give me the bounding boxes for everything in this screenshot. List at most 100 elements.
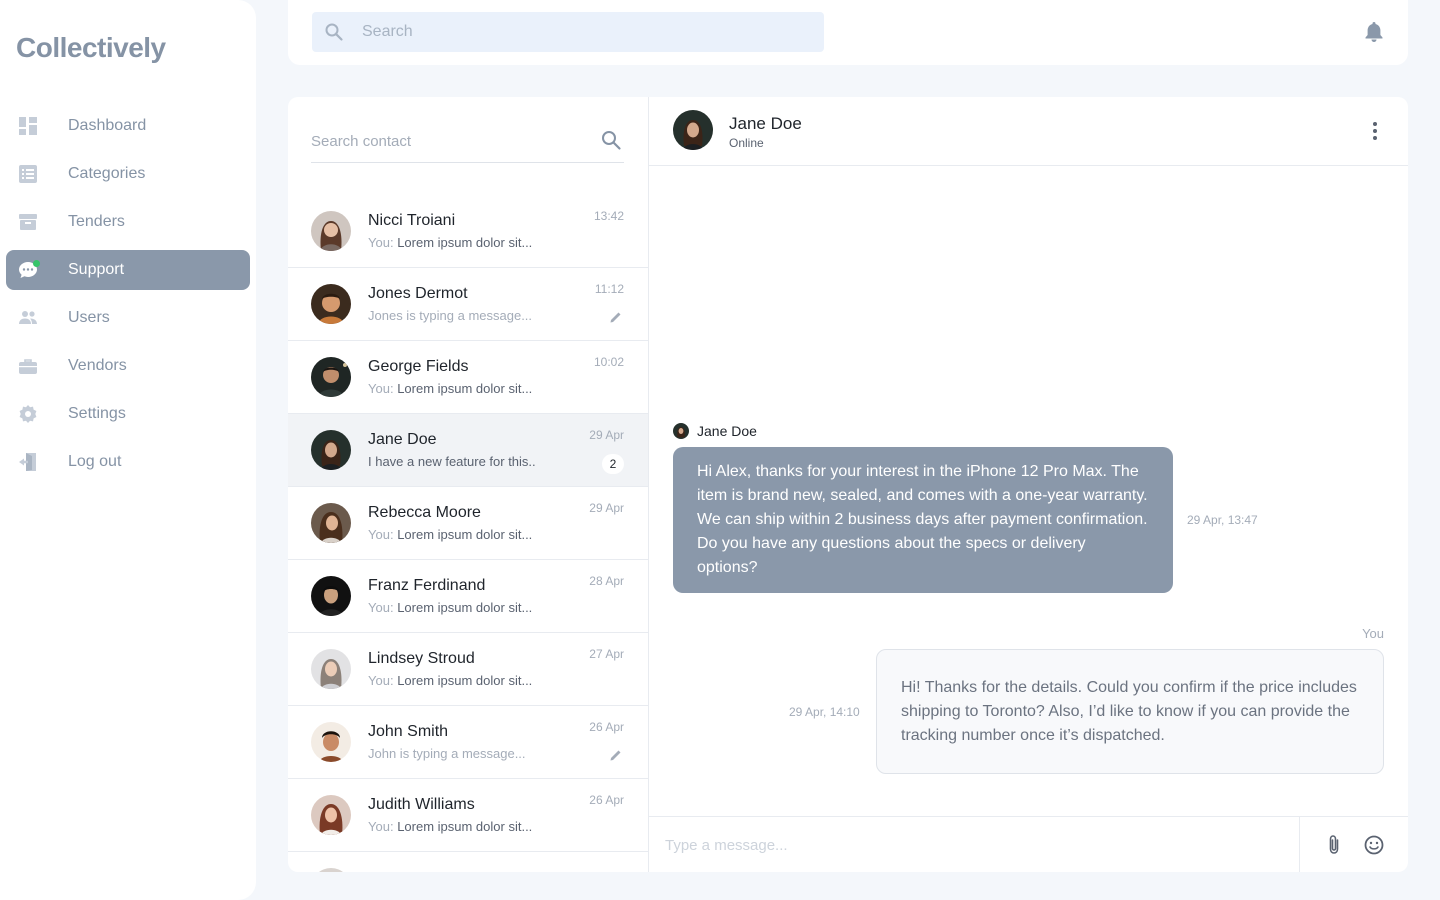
contact-search-input[interactable] — [311, 129, 591, 153]
contact-name: Rebecca Moore — [368, 504, 481, 521]
contact-preview: You: Lorem ipsum dolor sit... — [368, 600, 533, 615]
contact-time: 10:02 — [593, 355, 624, 369]
sidebar-item-label: Vendors — [68, 357, 127, 374]
paperclip-icon[interactable] — [1325, 834, 1343, 856]
global-search — [312, 12, 824, 52]
contact-item[interactable]: Jones Dermot Jones is typing a message..… — [288, 268, 648, 341]
sidebar-item-settings[interactable]: Settings — [6, 394, 250, 434]
contact-preview: You: Lorem ipsum dolor sit... — [368, 819, 533, 834]
contact-time: 29 Apr — [589, 501, 624, 515]
avatar — [311, 795, 351, 835]
contact-item[interactable]: John Smith John is typing a message... 2… — [288, 706, 648, 779]
contact-preview: Jones is typing a message... — [368, 308, 533, 323]
chat-header: Jane Doe Online — [649, 97, 1408, 166]
contact-list: Nicci Troiani You: Lorem ipsum dolor sit… — [288, 195, 648, 872]
contact-item[interactable]: Franz Ferdinand You: Lorem ipsum dolor s… — [288, 560, 648, 633]
archive-icon — [19, 214, 37, 230]
unread-badge: 2 — [602, 454, 624, 474]
contact-preview: I have a new feature for this.. — [368, 454, 536, 469]
sidebar-item-tenders[interactable]: Tenders — [6, 202, 250, 242]
sender-name: Jane Doe — [697, 423, 757, 439]
pencil-icon — [610, 750, 621, 761]
contact-name: Franz Ferdinand — [368, 577, 486, 594]
message-input[interactable] — [665, 833, 1265, 857]
avatar — [311, 284, 351, 324]
message-time: 29 Apr, 13:47 — [1187, 513, 1258, 527]
gear-icon — [19, 405, 37, 423]
sidebar-item-support[interactable]: Support — [6, 250, 250, 290]
sidebar-item-dashboard[interactable]: Dashboard — [6, 106, 250, 146]
contact-name: Nicci Troiani — [368, 212, 456, 229]
contact-name: Jones Dermot — [368, 285, 468, 302]
contact-item[interactable]: Rebecca Moore You: Lorem ipsum dolor sit… — [288, 487, 648, 560]
avatar — [311, 357, 351, 397]
dashboard-icon — [19, 117, 37, 135]
composer-divider — [1299, 817, 1300, 872]
search-input[interactable] — [362, 12, 812, 52]
contact-time: 28 Apr — [589, 574, 624, 588]
app-logo[interactable]: Collectively — [16, 32, 166, 64]
logout-icon — [19, 453, 36, 471]
avatar — [311, 503, 351, 543]
contact-preview: John is typing a message... — [368, 746, 526, 761]
pencil-icon — [610, 312, 621, 323]
outgoing-message: Hi! Thanks for the details. Could you co… — [876, 649, 1384, 774]
sidebar: Collectively Dashboard Categories Tender… — [0, 0, 256, 900]
contact-preview: You: Lorem ipsum dolor sit... — [368, 673, 533, 688]
sidebar-item-label: Dashboard — [68, 117, 147, 134]
chat-contact-name: Jane Doe — [729, 114, 802, 133]
sidebar-item-label: Log out — [68, 453, 122, 470]
contact-name: George Fields — [368, 358, 469, 375]
top-bar — [288, 0, 1408, 65]
contact-search — [311, 121, 624, 163]
sidebar-item-categories[interactable]: Categories — [6, 154, 250, 194]
chat-contact-status: Online — [729, 136, 764, 150]
message-composer — [649, 816, 1408, 872]
contact-item[interactable]: George Fields You: Lorem ipsum dolor sit… — [288, 341, 648, 414]
contact-list-panel: Nicci Troiani You: Lorem ipsum dolor sit… — [288, 97, 649, 872]
avatar[interactable] — [673, 110, 713, 150]
contact-preview: You: Lorem ipsum dolor sit... — [368, 527, 533, 542]
avatar — [311, 211, 351, 251]
sidebar-nav: Dashboard Categories Tenders Support Use… — [6, 106, 250, 490]
avatar — [673, 423, 689, 439]
contact-preview: You: Lorem ipsum dolor sit... — [368, 235, 533, 250]
contact-name: John Smith — [368, 723, 449, 740]
contact-time: 26 Apr — [589, 793, 624, 807]
contact-item[interactable]: Lindsey Stroud You: Lorem ipsum dolor si… — [288, 633, 648, 706]
avatar — [311, 576, 351, 616]
contact-item[interactable]: Judith Williams You: Lorem ipsum dolor s… — [288, 779, 648, 852]
contact-time: 26 Apr — [589, 720, 624, 734]
search-icon — [325, 23, 343, 41]
contact-preview: You: Lorem ipsum dolor sit... — [368, 381, 533, 396]
contact-name: Jane Doe — [368, 431, 437, 448]
contact-item[interactable] — [288, 852, 648, 872]
contact-time: 29 Apr — [589, 428, 624, 442]
more-options-icon[interactable] — [1372, 121, 1378, 141]
contact-time: 11:12 — [594, 282, 624, 296]
contact-time: 13:42 — [593, 209, 624, 223]
search-icon[interactable] — [600, 129, 622, 151]
contact-item-active[interactable]: Jane Doe I have a new feature for this..… — [288, 414, 648, 487]
incoming-message: Hi Alex, thanks for your interest in the… — [673, 447, 1173, 593]
briefcase-icon — [19, 359, 37, 374]
avatar — [311, 868, 351, 872]
sidebar-item-logout[interactable]: Log out — [6, 442, 250, 482]
support-panel: Nicci Troiani You: Lorem ipsum dolor sit… — [288, 97, 1408, 872]
list-icon — [19, 165, 37, 183]
sidebar-item-label: Users — [68, 309, 110, 326]
contact-name: Judith Williams — [368, 796, 475, 813]
chat-panel: Jane Doe Online Jane Doe Hi Alex, thanks… — [649, 97, 1408, 872]
online-indicator — [33, 260, 40, 267]
sidebar-item-label: Support — [68, 261, 125, 278]
sidebar-item-users[interactable]: Users — [6, 298, 250, 338]
avatar — [311, 722, 351, 762]
emoji-icon[interactable] — [1363, 834, 1385, 856]
contact-name: Lindsey Stroud — [368, 650, 475, 667]
sidebar-item-vendors[interactable]: Vendors — [6, 346, 250, 386]
message-time: 29 Apr, 14:10 — [789, 705, 860, 719]
sidebar-item-label: Categories — [68, 165, 146, 182]
contact-item[interactable]: Nicci Troiani You: Lorem ipsum dolor sit… — [288, 195, 648, 268]
bell-icon[interactable] — [1362, 20, 1386, 44]
users-icon — [19, 311, 37, 324]
